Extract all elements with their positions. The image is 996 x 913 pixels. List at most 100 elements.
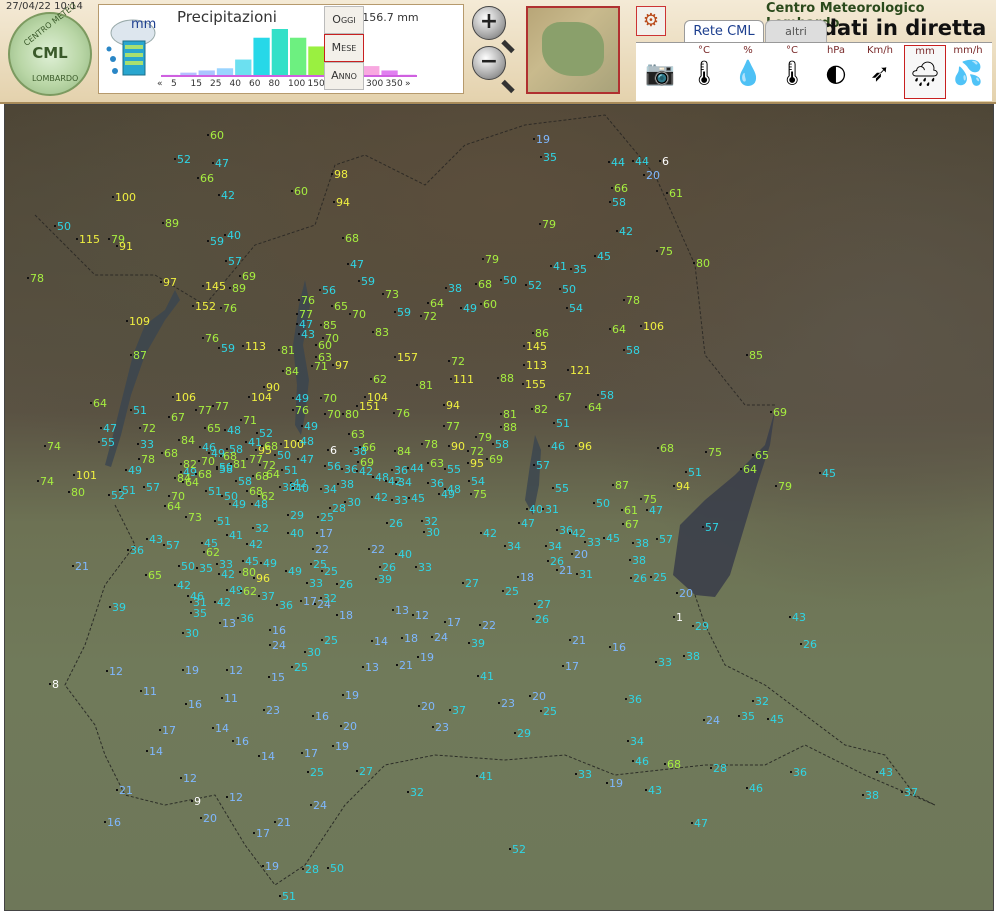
- station-value[interactable]: 27: [356, 766, 373, 777]
- station-value[interactable]: 74: [44, 441, 61, 452]
- station-value[interactable]: 64: [609, 324, 626, 335]
- station-value[interactable]: 51: [279, 891, 296, 902]
- station-value[interactable]: 51: [281, 465, 298, 476]
- station-value[interactable]: 90: [448, 441, 465, 452]
- station-value[interactable]: 87: [130, 350, 147, 361]
- station-value[interactable]: 21: [396, 660, 413, 671]
- station-value[interactable]: 42: [174, 580, 191, 591]
- station-value[interactable]: 68: [161, 448, 178, 459]
- station-value[interactable]: 24: [310, 800, 327, 811]
- station-value[interactable]: 87: [612, 480, 629, 491]
- station-value[interactable]: 40: [292, 483, 309, 494]
- station-value[interactable]: 51: [553, 418, 570, 429]
- station-value[interactable]: 45: [819, 468, 836, 479]
- station-value[interactable]: 15: [268, 672, 285, 683]
- station-value[interactable]: 113: [523, 360, 547, 371]
- station-value[interactable]: 66: [611, 183, 628, 194]
- station-value[interactable]: 69: [239, 271, 256, 282]
- station-value[interactable]: 34: [395, 477, 412, 488]
- station-value[interactable]: 38: [629, 555, 646, 566]
- layer-rain-rate-button[interactable]: mm/h 💦: [948, 45, 988, 97]
- station-value[interactable]: 12: [180, 773, 197, 784]
- cml-logo[interactable]: CENTRO METEO CML LOMBARDO: [8, 1, 92, 96]
- station-value[interactable]: 71: [311, 361, 328, 372]
- station-value[interactable]: 106: [640, 321, 664, 332]
- station-value[interactable]: 106: [172, 392, 196, 403]
- station-value[interactable]: 33: [306, 578, 323, 589]
- layer-dewpoint-button[interactable]: °C 🌡: [772, 45, 812, 97]
- station-value[interactable]: 60: [480, 299, 497, 310]
- station-value[interactable]: 22: [368, 544, 385, 555]
- station-value[interactable]: 77: [443, 421, 460, 432]
- station-value[interactable]: 30: [182, 628, 199, 639]
- station-value[interactable]: 39: [375, 574, 392, 585]
- station-value[interactable]: 82: [531, 404, 548, 415]
- layer-webcam-button[interactable]: 📷: [640, 45, 680, 97]
- station-value[interactable]: 43: [789, 612, 806, 623]
- station-value[interactable]: 56: [324, 461, 341, 472]
- station-value[interactable]: 61: [621, 505, 638, 516]
- station-value[interactable]: 33: [584, 537, 601, 548]
- station-value[interactable]: 37: [901, 787, 918, 798]
- station-value[interactable]: 21: [274, 817, 291, 828]
- station-value[interactable]: 80: [68, 487, 85, 498]
- station-value[interactable]: 41: [477, 671, 494, 682]
- station-map[interactable]: 19 35 44 44 6 60 52 47 66 20 42 60 98 66 58 61 100 94 89 50…: [4, 104, 994, 911]
- station-value[interactable]: 19: [533, 134, 550, 145]
- station-value[interactable]: 25: [317, 512, 334, 523]
- station-value[interactable]: 70: [324, 409, 341, 420]
- station-value[interactable]: 84: [178, 435, 195, 446]
- station-value[interactable]: 66: [197, 173, 214, 184]
- station-value[interactable]: 64: [585, 402, 602, 413]
- station-value[interactable]: 41: [226, 530, 243, 541]
- period-today-button[interactable]: Oggi: [324, 6, 364, 34]
- station-value[interactable]: 28: [710, 763, 727, 774]
- station-value[interactable]: 75: [705, 447, 722, 458]
- station-value[interactable]: 101: [73, 470, 97, 481]
- station-value[interactable]: 24: [703, 715, 720, 726]
- station-value[interactable]: 57: [533, 460, 550, 471]
- station-value[interactable]: 50: [593, 498, 610, 509]
- station-value[interactable]: 11: [221, 693, 238, 704]
- period-year-button[interactable]: Anno: [324, 62, 364, 90]
- station-value[interactable]: 65: [331, 301, 348, 312]
- station-value[interactable]: 57: [143, 482, 160, 493]
- station-value[interactable]: 16: [312, 711, 329, 722]
- layer-precipitation-button[interactable]: mm 🌧: [904, 45, 946, 99]
- station-value[interactable]: 84: [282, 366, 299, 377]
- station-value[interactable]: 42: [616, 226, 633, 237]
- station-value[interactable]: 19: [182, 665, 199, 676]
- station-value[interactable]: 36: [790, 767, 807, 778]
- station-value[interactable]: 17: [316, 528, 333, 539]
- station-value[interactable]: 17: [300, 596, 317, 607]
- station-value[interactable]: 100: [112, 192, 136, 203]
- station-value[interactable]: 32: [752, 696, 769, 707]
- station-value[interactable]: 48: [297, 436, 314, 447]
- station-value[interactable]: 26: [379, 562, 396, 573]
- station-value[interactable]: 59: [218, 343, 235, 354]
- station-value[interactable]: 12: [412, 610, 429, 621]
- station-value[interactable]: 28: [302, 864, 319, 875]
- station-value[interactable]: 49: [301, 421, 318, 432]
- station-value[interactable]: 47: [297, 454, 314, 465]
- station-value[interactable]: 72: [139, 423, 156, 434]
- station-value[interactable]: 121: [567, 365, 591, 376]
- station-value[interactable]: 23: [498, 698, 515, 709]
- station-value[interactable]: 35: [540, 152, 557, 163]
- station-value[interactable]: 84: [394, 446, 411, 457]
- station-value[interactable]: 50: [327, 863, 344, 874]
- station-value[interactable]: 20: [571, 549, 588, 560]
- station-value[interactable]: 65: [145, 570, 162, 581]
- station-value[interactable]: 74: [37, 476, 54, 487]
- tab-rete-cml[interactable]: Rete CML: [684, 20, 764, 43]
- station-value[interactable]: 26: [630, 573, 647, 584]
- station-value[interactable]: 47: [646, 505, 663, 516]
- station-value[interactable]: 9: [191, 796, 201, 807]
- station-value[interactable]: 6: [659, 156, 669, 167]
- station-value[interactable]: 20: [529, 691, 546, 702]
- station-value[interactable]: 104: [248, 392, 272, 403]
- station-value[interactable]: 52: [525, 280, 542, 291]
- station-value[interactable]: 44: [632, 156, 649, 167]
- station-value[interactable]: 14: [146, 746, 163, 757]
- station-value[interactable]: 29: [287, 510, 304, 521]
